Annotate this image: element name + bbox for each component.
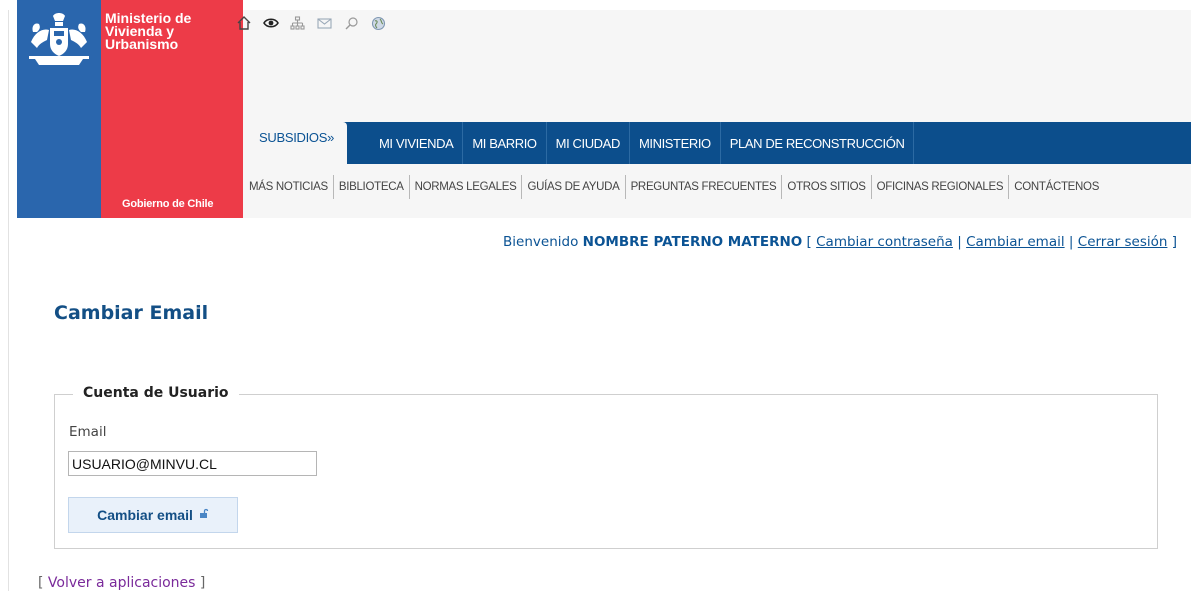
separator: | bbox=[1068, 234, 1074, 250]
subnav-item-mas-noticias[interactable]: MÁS NOTICIAS bbox=[243, 175, 334, 199]
main-nav: SUBSIDIOS» MI VIVIENDA MI BARRIO MI CIUD… bbox=[243, 122, 1191, 164]
bracket-close: ] bbox=[1171, 234, 1177, 250]
tab-subsidios-label: SUBSIDIOS» bbox=[259, 130, 335, 145]
user-name: NOMBRE PATERNO MATERNO bbox=[582, 234, 803, 250]
welcome-bar: Bienvenido NOMBRE PATERNO MATERNO [ Camb… bbox=[503, 234, 1177, 250]
site-header: Ministerio de Vivienda y Urbanismo Gobie… bbox=[17, 0, 1191, 218]
nav-items: MI VIVIENDA MI BARRIO MI CIUDAD MINISTER… bbox=[353, 122, 915, 164]
welcome-prefix: Bienvenido bbox=[503, 234, 579, 250]
eye-icon[interactable] bbox=[262, 15, 279, 32]
subnav-item-otros-sitios[interactable]: OTROS SITIOS bbox=[782, 175, 872, 199]
back-to-applications-link[interactable]: Volver a aplicaciones bbox=[48, 575, 196, 591]
bracket-open: [ bbox=[38, 575, 44, 591]
subnav-item-biblioteca[interactable]: BIBLIOTECA bbox=[334, 175, 410, 199]
logo-blue-panel[interactable] bbox=[17, 0, 101, 218]
page-edge bbox=[8, 10, 9, 591]
back-link-wrapper: [ Volver a aplicaciones ] bbox=[38, 575, 205, 591]
subnav-item-preguntas-frecuentes[interactable]: PREGUNTAS FRECUENTES bbox=[626, 175, 783, 199]
nav-item-mi-vivienda[interactable]: MI VIVIENDA bbox=[353, 122, 464, 164]
email-label: Email bbox=[69, 424, 107, 440]
unlock-icon bbox=[199, 508, 209, 522]
subnav-item-normas-legales[interactable]: NORMAS LEGALES bbox=[410, 175, 523, 199]
separator: | bbox=[957, 234, 962, 250]
fieldset-legend: Cuenta de Usuario bbox=[73, 385, 239, 401]
nav-item-plan-de-reconstruccion[interactable]: PLAN DE RECONSTRUCCIÓN bbox=[721, 122, 915, 164]
logout-link[interactable]: Cerrar sesión bbox=[1078, 234, 1168, 250]
change-email-link[interactable]: Cambiar email bbox=[966, 234, 1065, 250]
ministry-name: Ministerio de Vivienda y Urbanismo bbox=[105, 10, 192, 52]
top-icons bbox=[235, 13, 387, 33]
change-password-link[interactable]: Cambiar contraseña bbox=[816, 234, 953, 250]
search-icon[interactable] bbox=[343, 15, 360, 32]
change-email-button[interactable]: Cambiar email bbox=[68, 497, 238, 533]
sitemap-icon[interactable] bbox=[289, 15, 306, 32]
subnav-item-oficinas-regionales[interactable]: OFICINAS REGIONALES bbox=[872, 175, 1010, 199]
nav-item-mi-barrio[interactable]: MI BARRIO bbox=[463, 122, 547, 164]
nav-item-mi-ciudad[interactable]: MI CIUDAD bbox=[547, 122, 630, 164]
secondary-nav: MÁS NOTICIAS BIBLIOTECA NORMAS LEGALES G… bbox=[243, 174, 1191, 200]
home-icon[interactable] bbox=[235, 15, 252, 32]
government-label: Gobierno de Chile bbox=[122, 198, 214, 210]
page-title: Cambiar Email bbox=[54, 302, 209, 324]
logo-red-panel[interactable]: Ministerio de Vivienda y Urbanismo Gobie… bbox=[101, 0, 243, 218]
tab-subsidios[interactable]: SUBSIDIOS» bbox=[243, 122, 347, 164]
nav-item-ministerio[interactable]: MINISTERIO bbox=[630, 122, 721, 164]
globe-icon[interactable] bbox=[370, 15, 387, 32]
subnav-item-guias-de-ayuda[interactable]: GUÍAS DE AYUDA bbox=[522, 175, 626, 199]
mail-icon[interactable] bbox=[316, 15, 333, 32]
bracket-open: [ bbox=[806, 234, 812, 250]
account-fieldset: Cuenta de Usuario Email Cambiar email bbox=[54, 385, 1158, 549]
bracket-close: ] bbox=[199, 575, 206, 591]
subnav-item-contactenos[interactable]: CONTÁCTENOS bbox=[1009, 175, 1104, 199]
change-email-button-label: Cambiar email bbox=[97, 507, 193, 523]
email-input[interactable] bbox=[68, 451, 317, 476]
coat-of-arms-icon bbox=[29, 13, 89, 65]
